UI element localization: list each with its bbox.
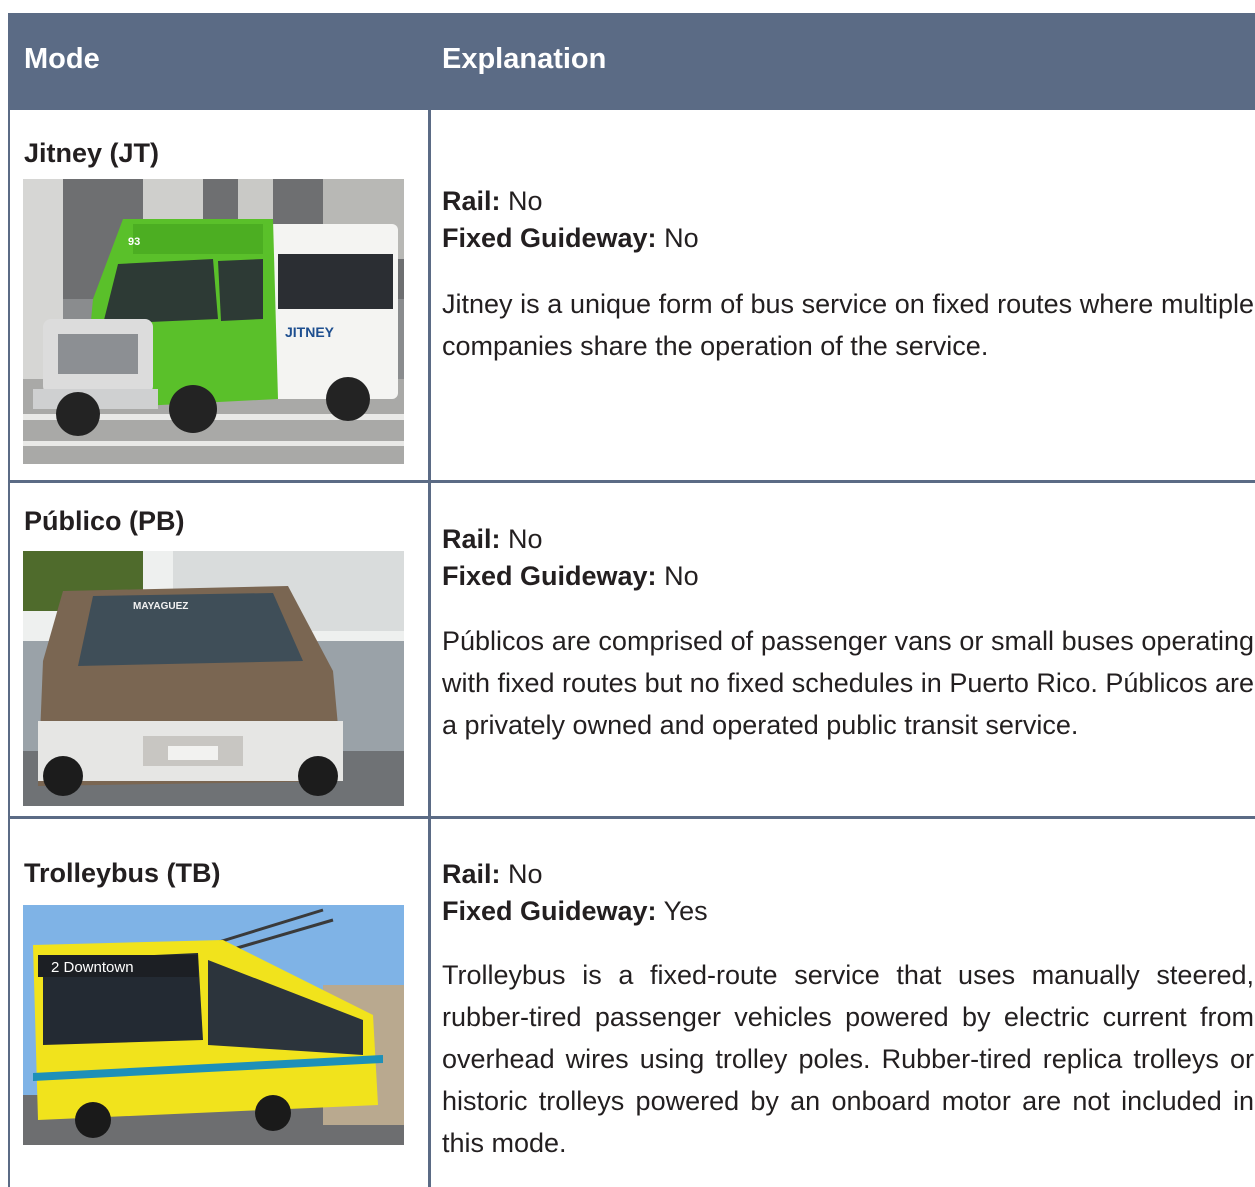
guideway-value: Yes xyxy=(663,896,708,926)
mode-attributes: Rail: No Fixed Guideway: No xyxy=(442,183,1254,257)
rail-line: Rail: No xyxy=(442,856,1254,893)
mode-description: Trolleybus is a fixed-route service that… xyxy=(442,960,1254,1158)
jitney-brand-text: JITNEY xyxy=(285,324,335,340)
rail-value: No xyxy=(508,186,543,216)
column-divider xyxy=(428,110,431,1187)
rail-line: Rail: No xyxy=(442,183,1254,220)
rail-label: Rail: xyxy=(442,859,501,889)
mode-attributes: Rail: No Fixed Guideway: No xyxy=(442,521,1254,595)
guideway-label: Fixed Guideway: xyxy=(442,896,657,926)
header-mode: Mode xyxy=(24,43,100,75)
header-explanation: Explanation xyxy=(442,43,607,75)
guideway-line: Fixed Guideway: No xyxy=(442,558,1254,595)
mode-name: Jitney (JT) xyxy=(24,138,160,168)
publico-windshield-text: MAYAGUEZ xyxy=(133,601,188,612)
rail-value: No xyxy=(508,524,543,554)
trolleybus-photo: 2 Downtown xyxy=(23,905,404,1145)
guideway-value: No xyxy=(664,561,699,591)
mode-attributes: Rail: No Fixed Guideway: Yes xyxy=(442,856,1254,930)
guideway-line: Fixed Guideway: Yes xyxy=(442,893,1254,930)
trolleybus-destination-text: 2 Downtown xyxy=(51,959,134,976)
table-left-border xyxy=(8,110,10,1187)
table-header: Mode Explanation xyxy=(8,13,1255,110)
guideway-value: No xyxy=(664,223,699,253)
rail-label: Rail: xyxy=(442,524,501,554)
transit-modes-table: Mode Explanation Jitney (JT) 93 JITNEY R… xyxy=(8,13,1255,1187)
publico-photo: MAYAGUEZ xyxy=(23,551,404,806)
row-divider xyxy=(8,480,1255,483)
guideway-label: Fixed Guideway: xyxy=(442,561,657,591)
mode-description: Jitney is a unique form of bus service o… xyxy=(442,289,1254,361)
guideway-line: Fixed Guideway: No xyxy=(442,220,1254,257)
mode-name: Trolleybus (TB) xyxy=(24,858,221,888)
mode-description: Públicos are comprised of passenger vans… xyxy=(442,626,1254,740)
rail-value: No xyxy=(508,859,543,889)
mode-name: Público (PB) xyxy=(24,506,185,536)
row-divider xyxy=(8,816,1255,819)
rail-line: Rail: No xyxy=(442,521,1254,558)
bus-number-text: 93 xyxy=(128,236,140,248)
jitney-photo: 93 JITNEY xyxy=(23,179,404,464)
guideway-label: Fixed Guideway: xyxy=(442,223,657,253)
rail-label: Rail: xyxy=(442,186,501,216)
